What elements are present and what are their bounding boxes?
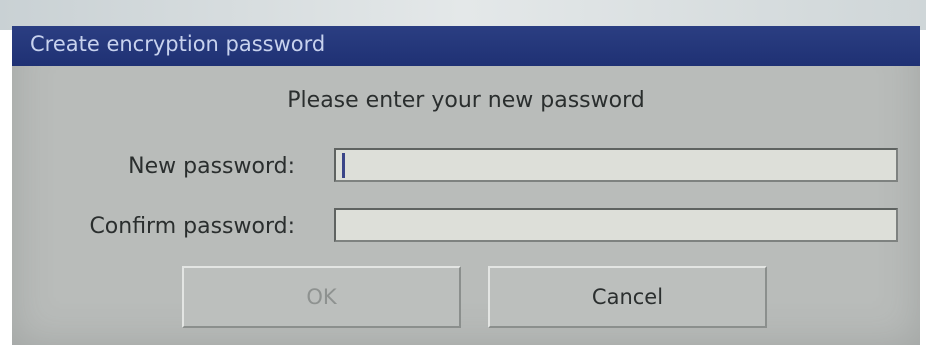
new-password-label: New password: [128, 154, 295, 179]
create-encryption-password-dialog: Create encryption password Please enter … [12, 26, 920, 345]
confirm-password-label: Confirm password: [89, 214, 295, 239]
dialog-heading: Please enter your new password [287, 88, 645, 113]
confirm-password-field[interactable] [334, 208, 898, 242]
text-cursor [342, 153, 345, 178]
dialog-title: Create encryption password [30, 32, 326, 56]
new-password-field[interactable] [334, 148, 898, 182]
ok-button[interactable]: OK [182, 266, 461, 328]
dialog-titlebar[interactable]: Create encryption password [12, 26, 920, 66]
cancel-button[interactable]: Cancel [488, 266, 767, 328]
